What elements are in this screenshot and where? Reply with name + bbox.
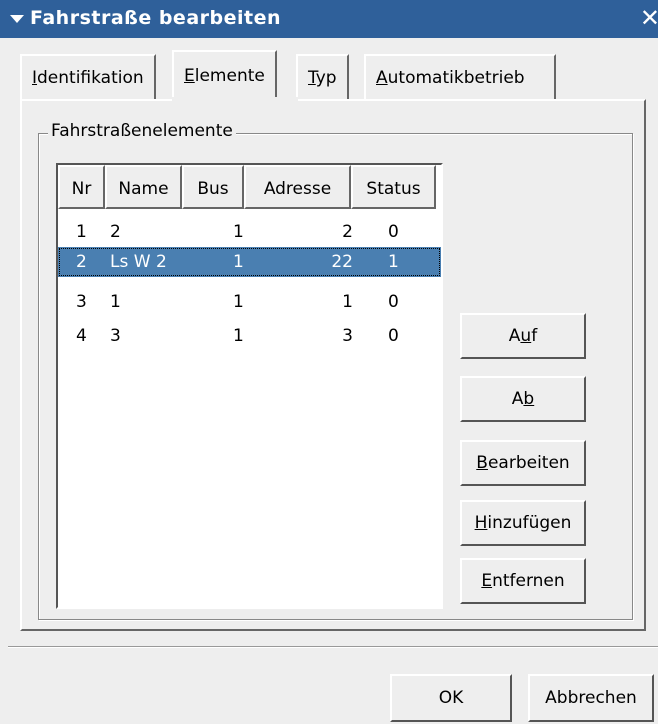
table-row-selected[interactable]: 2 Ls W 2 1 22 1 [58, 247, 441, 277]
auf-button[interactable]: Auf [460, 313, 586, 359]
cell-adresse: 1 [342, 292, 353, 312]
tab-label: yp [315, 68, 337, 88]
column-header-name[interactable]: Name [105, 165, 182, 209]
button-mnemonic: B [476, 453, 488, 473]
column-header-status[interactable]: Status [351, 165, 436, 209]
tab-label: lemente [194, 66, 265, 86]
button-label: inzufügen [487, 513, 572, 533]
cell-status: 1 [388, 252, 399, 272]
tab-label: dentifikation [37, 68, 144, 88]
column-header-bus[interactable]: Bus [182, 165, 244, 209]
cell-name: 2 [110, 222, 121, 242]
table-row[interactable]: 4 3 1 3 0 [58, 321, 441, 351]
window-menu-icon[interactable] [10, 15, 24, 23]
cell-nr: 3 [76, 292, 87, 312]
group-label: Fahrstraßenelemente [48, 121, 236, 141]
active-tab-joint [172, 97, 298, 103]
button-label: f [531, 326, 538, 346]
cancel-button[interactable]: Abbrechen [528, 674, 654, 722]
table-row[interactable]: 3 1 1 1 0 [58, 287, 441, 317]
cell-adresse: 22 [331, 252, 353, 272]
entfernen-button[interactable]: Entfernen [460, 558, 586, 604]
column-header-adresse[interactable]: Adresse [244, 165, 351, 209]
button-mnemonic: E [481, 571, 493, 591]
button-label: ntfernen [492, 571, 565, 591]
tab-typ[interactable]: Typ [296, 54, 349, 100]
tab-mnemonic: A [376, 68, 388, 88]
button-separator [8, 646, 658, 648]
cell-bus: 1 [233, 252, 244, 272]
button-label: A [511, 389, 524, 409]
button-mnemonic: b [523, 389, 535, 409]
window-title: Fahrstraße bearbeiten [30, 7, 282, 29]
bearbeiten-button[interactable]: Bearbeiten [460, 440, 586, 486]
cell-bus: 1 [233, 326, 244, 346]
elements-table[interactable]: Nr Name Bus Adresse Status 1 2 1 2 0 2 L… [56, 163, 443, 609]
button-label: A [508, 326, 521, 346]
cell-nr: 2 [76, 252, 87, 272]
cell-name: 3 [110, 326, 121, 346]
window-titlebar[interactable]: Fahrstraße bearbeiten ✕ [0, 0, 658, 38]
ok-button[interactable]: OK [390, 674, 512, 722]
cell-nr: 4 [76, 326, 87, 346]
cell-name: 1 [110, 292, 121, 312]
cell-status: 0 [388, 292, 399, 312]
button-label: earbeiten [487, 453, 570, 473]
cell-adresse: 2 [342, 222, 353, 242]
cell-bus: 1 [233, 292, 244, 312]
tab-label: utomatikbetrieb [387, 68, 525, 88]
tab-mnemonic: T [308, 68, 316, 88]
button-mnemonic: u [520, 326, 532, 346]
table-header: Nr Name Bus Adresse Status [58, 165, 441, 211]
button-mnemonic: H [474, 513, 488, 533]
cell-name: Ls W 2 [110, 252, 167, 272]
close-icon[interactable]: ✕ [640, 4, 658, 32]
tab-elemente[interactable]: Elemente [172, 50, 277, 102]
ab-button[interactable]: Ab [460, 376, 586, 422]
cell-adresse: 3 [342, 326, 353, 346]
tab-identifikation[interactable]: Identifikation [20, 54, 156, 100]
cell-bus: 1 [233, 222, 244, 242]
cell-status: 0 [388, 326, 399, 346]
hinzufuegen-button[interactable]: Hinzufügen [460, 500, 586, 546]
tab-mnemonic: E [184, 66, 195, 86]
cell-status: 0 [388, 222, 399, 242]
cell-nr: 1 [76, 222, 87, 242]
table-row[interactable]: 1 2 1 2 0 [58, 217, 441, 247]
tab-automatikbetrieb[interactable]: Automatikbetrieb [364, 54, 556, 100]
column-header-nr[interactable]: Nr [58, 165, 105, 209]
